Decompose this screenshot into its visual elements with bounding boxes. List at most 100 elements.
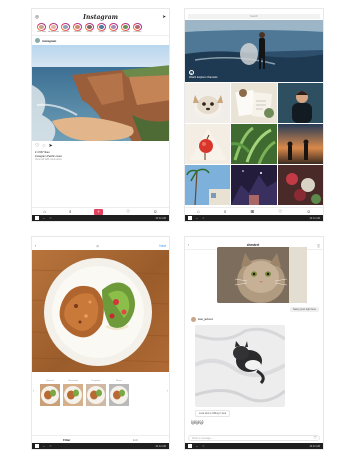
filter-option[interactable]: Gingham — [86, 380, 106, 406]
story-ring — [97, 23, 106, 31]
story-label: thornhall — [61, 31, 70, 33]
post-actions: ♡ ◌ ➤ — [32, 141, 169, 151]
profile-icon[interactable]: ☺ — [153, 209, 158, 214]
story-item[interactable]: Your Story — [37, 23, 46, 33]
back-arrow-icon[interactable]: ← — [43, 444, 46, 448]
windows-start-icon[interactable] — [35, 444, 39, 448]
story-item[interactable]: loremmm — [121, 23, 130, 33]
explore-hero-video[interactable]: Watch Explore Channels ▸ — [185, 20, 323, 82]
grid-item[interactable] — [231, 83, 277, 123]
windows-taskbar: ← ○ 10:12 AM — [32, 215, 169, 221]
chevron-left-icon[interactable]: ‹ — [33, 388, 34, 393]
avatar[interactable] — [191, 317, 196, 322]
avatar — [122, 24, 129, 30]
grid-item[interactable] — [277, 124, 323, 164]
story-item[interactable]: thornhall — [61, 23, 70, 33]
avatar[interactable] — [35, 38, 40, 43]
app-logo: Instagram — [83, 14, 118, 21]
search-icon[interactable]: ⌕ — [69, 209, 72, 214]
status-bar — [185, 9, 323, 13]
cortana-icon[interactable]: ○ — [50, 444, 52, 448]
grid-item[interactable] — [185, 83, 231, 123]
story-ring — [49, 23, 58, 31]
windows-start-icon[interactable] — [188, 444, 192, 448]
search-icon[interactable]: ⌕ — [224, 209, 227, 214]
reaction-stickers[interactable]: 🐱🐱🐱 — [191, 420, 204, 425]
adjust-icon[interactable]: ☼ — [96, 243, 100, 248]
back-arrow-icon[interactable]: ← — [196, 444, 199, 448]
shared-cat-photo[interactable] — [217, 247, 307, 303]
back-arrow-icon[interactable]: ← — [196, 216, 199, 220]
back-button[interactable]: ‹ — [188, 243, 189, 247]
back-button[interactable]: ‹ — [35, 244, 36, 248]
info-icon[interactable]: ⓘ — [317, 243, 320, 248]
direct-icon[interactable]: ➤ — [162, 15, 166, 20]
bottom-tab-bar: ⌂ ⌕ ＋ ♡ ☺ — [32, 207, 169, 215]
editor-header: ‹ ☼ Next — [32, 241, 169, 250]
tab-edit[interactable]: Edit — [133, 438, 138, 442]
story-item[interactable]: jenniferp — [133, 23, 142, 33]
explore-grid — [185, 82, 323, 205]
story-item[interactable]: hoaphi — [85, 23, 94, 33]
grid-item[interactable] — [185, 165, 231, 205]
taskbar-clock: 10:12 AM — [155, 444, 166, 448]
post-photo[interactable] — [32, 45, 169, 141]
post-username[interactable]: instagram — [42, 39, 56, 43]
explore-screen: Search Watch Explore Channels ▸ ⌂ ⌕ ⊞ ♡ … — [184, 8, 324, 222]
tab-filter[interactable]: Filter — [63, 438, 70, 442]
filter-thumbnail — [40, 384, 60, 406]
grid-item[interactable] — [231, 165, 277, 205]
story-item[interactable]: luckynewbor — [48, 23, 59, 33]
grid-item[interactable] — [231, 124, 277, 164]
filter-option[interactable]: Normal — [40, 380, 60, 406]
feed-header: ◎ Instagram ➤ — [32, 13, 169, 22]
cortana-icon[interactable]: ○ — [203, 216, 205, 220]
windows-start-icon[interactable] — [188, 216, 192, 220]
heart-icon[interactable]: ♡ — [313, 435, 317, 440]
home-icon[interactable]: ⌂ — [197, 209, 200, 214]
share-icon[interactable]: ➤ — [48, 143, 52, 149]
comment-icon[interactable]: ◌ — [42, 143, 45, 149]
message-input[interactable]: Write a message... — [188, 435, 320, 441]
play-icon[interactable]: ▸ — [189, 70, 194, 75]
story-ring — [37, 23, 46, 31]
new-post-icon[interactable]: ⊞ — [250, 209, 254, 215]
story-item[interactable]: artiselim — [73, 23, 82, 33]
shared-bed-cat-photo[interactable] — [195, 325, 285, 407]
grid-item[interactable] — [277, 83, 323, 123]
search-input[interactable]: Search — [188, 14, 320, 19]
cortana-icon[interactable]: ○ — [50, 216, 52, 220]
message-bubble: Sassy puss right here — [290, 307, 319, 312]
direct-screen: ‹ chestert ⓘ Sassy puss right here kate_… — [184, 236, 324, 450]
activity-icon[interactable]: ♡ — [126, 209, 130, 215]
windows-start-icon[interactable] — [35, 216, 39, 220]
filter-option[interactable]: Clarendon — [63, 380, 83, 406]
plate-photo — [32, 258, 169, 366]
profile-icon[interactable]: ☺ — [306, 209, 311, 214]
heart-icon[interactable]: ♡ — [35, 143, 39, 149]
sender-name[interactable]: kate_jackson — [198, 318, 213, 321]
cortana-icon[interactable]: ○ — [203, 444, 205, 448]
story-ring — [121, 23, 130, 31]
grid-item[interactable] — [277, 165, 323, 205]
story-label: Your Story — [36, 31, 47, 33]
story-label: natgeo — [98, 31, 105, 33]
story-item[interactable]: thesam — [109, 23, 118, 33]
grid-item[interactable] — [185, 124, 231, 164]
coast-photo — [32, 45, 169, 141]
next-button[interactable]: Next — [159, 244, 166, 248]
editor-tabs: Filter Edit — [32, 435, 169, 443]
view-comments-link[interactable]: View all 128 comments — [32, 158, 169, 162]
filter-thumbnail — [63, 384, 83, 406]
new-post-button[interactable]: ＋ — [94, 208, 104, 215]
chevron-right-icon[interactable]: › — [167, 388, 168, 393]
camera-icon[interactable]: ◎ — [35, 15, 39, 20]
home-icon[interactable]: ⌂ — [43, 209, 46, 214]
filter-option[interactable]: Moon — [109, 380, 129, 406]
activity-icon[interactable]: ♡ — [278, 209, 282, 215]
back-arrow-icon[interactable]: ← — [43, 216, 46, 220]
editor-photo[interactable] — [32, 250, 169, 372]
story-item[interactable]: natgeo — [97, 23, 106, 33]
post-header: instagram — [32, 36, 169, 45]
story-label: jenniferp — [133, 31, 142, 33]
